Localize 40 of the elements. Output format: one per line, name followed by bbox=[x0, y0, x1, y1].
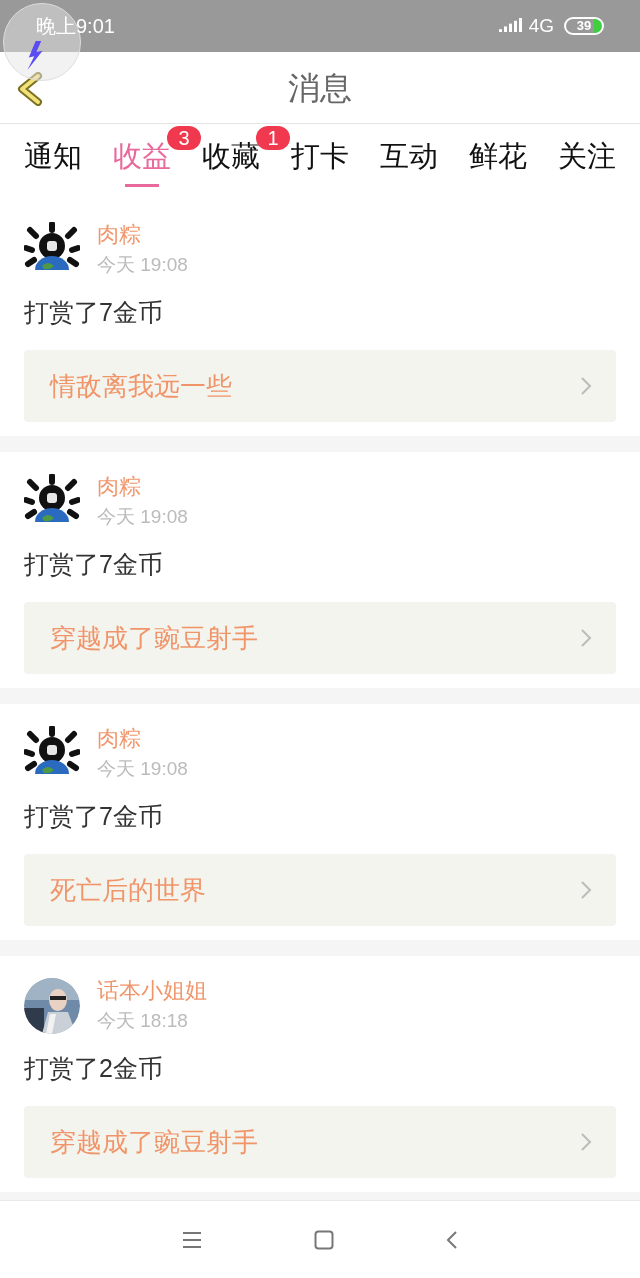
book-link[interactable]: 穿越成了豌豆射手 bbox=[24, 1106, 616, 1178]
user-name[interactable]: 话本小姐姐 bbox=[97, 976, 207, 1006]
network-label: 4G bbox=[528, 13, 554, 38]
book-title: 穿越成了豌豆射手 bbox=[50, 621, 258, 655]
menu-icon[interactable] bbox=[182, 1230, 202, 1249]
tab-indicator bbox=[125, 184, 159, 187]
back-nav-icon[interactable] bbox=[446, 1229, 458, 1250]
chevron-right-icon bbox=[580, 880, 592, 900]
chevron-right-icon bbox=[580, 1132, 592, 1152]
message-time: 今天 18:18 bbox=[97, 1009, 189, 1033]
message-text: 打赏了7金币 bbox=[24, 549, 164, 580]
battery-indicator: 39 bbox=[564, 17, 604, 35]
page-title: 消息 bbox=[288, 68, 352, 108]
book-link[interactable]: 死亡后的世界 bbox=[24, 854, 616, 926]
chevron-right-icon bbox=[580, 376, 592, 396]
message-text: 打赏了7金币 bbox=[24, 801, 164, 832]
book-title: 情敌离我远一些 bbox=[50, 369, 232, 403]
back-icon[interactable] bbox=[16, 72, 44, 106]
user-name[interactable]: 肉粽 bbox=[97, 472, 188, 502]
message-time: 今天 19:08 bbox=[97, 505, 188, 529]
signal-icon bbox=[498, 18, 523, 34]
book-link[interactable]: 情敌离我远一些 bbox=[24, 350, 616, 422]
status-time: 晚上9:01 bbox=[36, 14, 115, 39]
tab[interactable]: 打卡 bbox=[291, 136, 349, 176]
user-name[interactable]: 肉粽 bbox=[97, 724, 188, 754]
message-time: 今天 19:08 bbox=[97, 253, 188, 277]
book-title: 穿越成了豌豆射手 bbox=[50, 1125, 258, 1159]
lightning-icon bbox=[26, 41, 44, 70]
tab[interactable]: 鲜花 bbox=[469, 136, 527, 176]
book-link[interactable]: 穿越成了豌豆射手 bbox=[24, 602, 616, 674]
home-icon[interactable] bbox=[314, 1229, 334, 1250]
user-name[interactable]: 肉粽 bbox=[97, 220, 188, 250]
tab[interactable]: 关注 bbox=[558, 136, 616, 176]
message-text: 打赏了2金币 bbox=[24, 1053, 164, 1084]
tab[interactable]: 通知 bbox=[24, 136, 82, 176]
message-text: 打赏了7金币 bbox=[24, 297, 164, 328]
chevron-right-icon bbox=[580, 628, 592, 648]
tab[interactable]: 互动 bbox=[380, 136, 438, 176]
book-title: 死亡后的世界 bbox=[50, 873, 206, 907]
message-time: 今天 19:08 bbox=[97, 757, 188, 781]
